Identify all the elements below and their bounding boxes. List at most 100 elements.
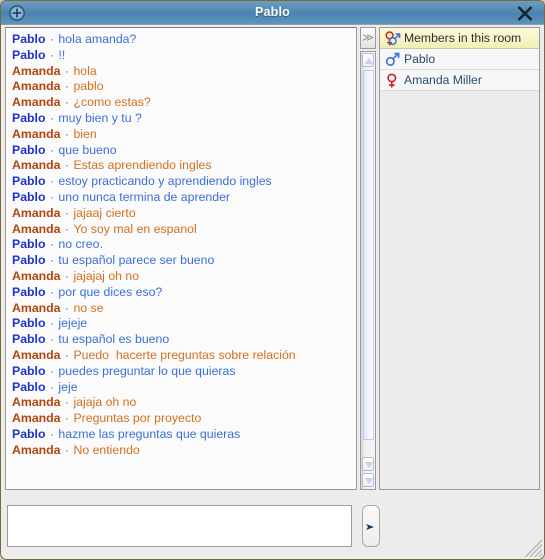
message-sender: Pablo [12, 189, 46, 204]
message-text: !! [58, 47, 66, 62]
venus-icon [384, 72, 401, 89]
message-text: no se [73, 300, 104, 315]
chat-message: Amanda · pablo [12, 79, 356, 95]
scrollbar-thumb[interactable] [363, 70, 374, 440]
chat-message: Pablo · hola amanda? [12, 32, 356, 48]
chat-message: Amanda · jajaaj cierto [12, 206, 356, 222]
message-separator: · [61, 221, 73, 236]
message-sender: Pablo [12, 174, 46, 189]
chat-message: Pablo · !! [12, 48, 356, 64]
chat-message: Pablo · que bueno [12, 143, 356, 159]
message-separator: · [61, 268, 73, 283]
message-text: jeje [58, 379, 78, 394]
message-input[interactable] [7, 505, 352, 547]
message-sender: Pablo [12, 426, 46, 441]
send-button[interactable] [362, 505, 380, 547]
member-list-item[interactable]: Amanda Miller [380, 70, 539, 91]
message-separator: · [61, 158, 73, 173]
message-sender: Amanda [12, 300, 61, 315]
chat-message: Amanda · Estas aprendiendo ingles [12, 158, 356, 174]
message-sender: Pablo [12, 47, 46, 62]
chat-message: Pablo · jeje [12, 380, 356, 396]
chat-message: Amanda · hola [12, 64, 356, 80]
chat-message: Pablo · estoy practicando y aprendiendo … [12, 174, 356, 190]
chat-message-list[interactable]: Pablo · hola amanda? Pablo · !! Amanda · h… [6, 28, 356, 489]
members-panel-header-label: Members in this room [404, 31, 522, 45]
message-separator: · [61, 411, 73, 426]
scrollbar-track[interactable] [360, 51, 376, 490]
message-separator: · [46, 110, 58, 125]
message-separator: · [61, 205, 73, 220]
message-sender: Pablo [12, 253, 46, 268]
message-text: pablo [73, 79, 104, 94]
members-panel-header: Members in this room [380, 28, 539, 49]
message-separator: · [46, 363, 58, 378]
chat-message: Pablo · no creo. [12, 237, 356, 253]
message-separator: · [46, 379, 58, 394]
message-separator: · [61, 300, 73, 315]
message-separator: · [46, 142, 58, 157]
message-text: jejeje [58, 316, 88, 331]
chat-message: Amanda · jajajaj oh no [12, 269, 356, 285]
message-separator: · [46, 174, 58, 189]
send-arrow-icon [363, 506, 379, 546]
message-separator: · [61, 347, 73, 362]
message-separator: · [61, 442, 73, 457]
message-text: jajaja oh no [73, 395, 137, 410]
message-sender: Amanda [12, 268, 61, 283]
chat-message: Pablo · tu español es bueno [12, 332, 356, 348]
message-sender: Amanda [12, 221, 61, 236]
mars-icon [384, 51, 401, 68]
close-icon[interactable] [514, 3, 536, 24]
collapse-panel-button[interactable]: ≫ [360, 27, 376, 49]
message-text: puedes preguntar lo que quieras [58, 363, 236, 378]
chat-message: Pablo · puedes preguntar lo que quieras [12, 364, 356, 380]
message-sender: Amanda [12, 205, 61, 220]
message-separator: · [46, 237, 58, 252]
message-sender: Pablo [12, 316, 46, 331]
chat-message: Amanda · Puedo hacerte preguntas sobre r… [12, 348, 356, 364]
member-list-item[interactable]: Pablo [380, 49, 539, 70]
chat-window: Pablo Pablo · hola amanda? Pablo · !! Aman… [0, 0, 545, 560]
message-text: Estas aprendiendo ingles [73, 158, 212, 173]
members-panel: Members in this room Pablo Amanda Miller [379, 27, 540, 490]
chat-message: Pablo · por que dices eso? [12, 285, 356, 301]
chat-transcript-panel: Pablo · hola amanda? Pablo · !! Amanda · h… [5, 27, 357, 490]
chat-scrollbar[interactable]: ≫ [360, 27, 376, 490]
member-name: Amanda Miller [404, 73, 482, 87]
chat-message: Amanda · Yo soy mal en espanol [12, 222, 356, 238]
message-text: por que dices eso? [58, 284, 163, 299]
message-separator: · [46, 253, 58, 268]
chat-message: Amanda · no se [12, 301, 356, 317]
message-text: ¿como estas? [73, 95, 151, 110]
triangle-down-bar-icon [365, 478, 373, 484]
message-text: tu español parece ser bueno [58, 253, 215, 268]
message-text: no creo. [58, 237, 103, 252]
message-sender: Amanda [12, 395, 61, 410]
resize-grip-icon[interactable] [522, 537, 542, 557]
scroll-down-button[interactable] [362, 457, 374, 471]
message-sender: Amanda [12, 79, 61, 94]
message-text: No entiendo [73, 442, 140, 457]
message-sender: Pablo [12, 237, 46, 252]
message-sender: Pablo [12, 284, 46, 299]
members-list: Pablo Amanda Miller [380, 49, 539, 91]
scroll-up-button[interactable] [362, 53, 374, 67]
message-sender: Pablo [12, 332, 46, 347]
message-sender: Amanda [12, 95, 61, 110]
window-titlebar[interactable]: Pablo [1, 1, 544, 25]
message-sender: Pablo [12, 363, 46, 378]
scroll-to-bottom-button[interactable] [362, 473, 374, 487]
message-separator: · [61, 79, 73, 94]
message-text: muy bien y tu ? [58, 110, 142, 125]
message-separator: · [61, 395, 73, 410]
triangle-down-icon [365, 462, 373, 468]
chat-message: Pablo · hazme las preguntas que quieras [12, 427, 356, 443]
message-text: Yo soy mal en espanol [73, 221, 197, 236]
message-sender: Pablo [12, 379, 46, 394]
message-separator: · [46, 189, 58, 204]
chat-message: Pablo · muy bien y tu ? [12, 111, 356, 127]
message-sender: Pablo [12, 32, 46, 46]
chat-message: Amanda · No entiendo [12, 443, 356, 459]
message-separator: · [46, 316, 58, 331]
